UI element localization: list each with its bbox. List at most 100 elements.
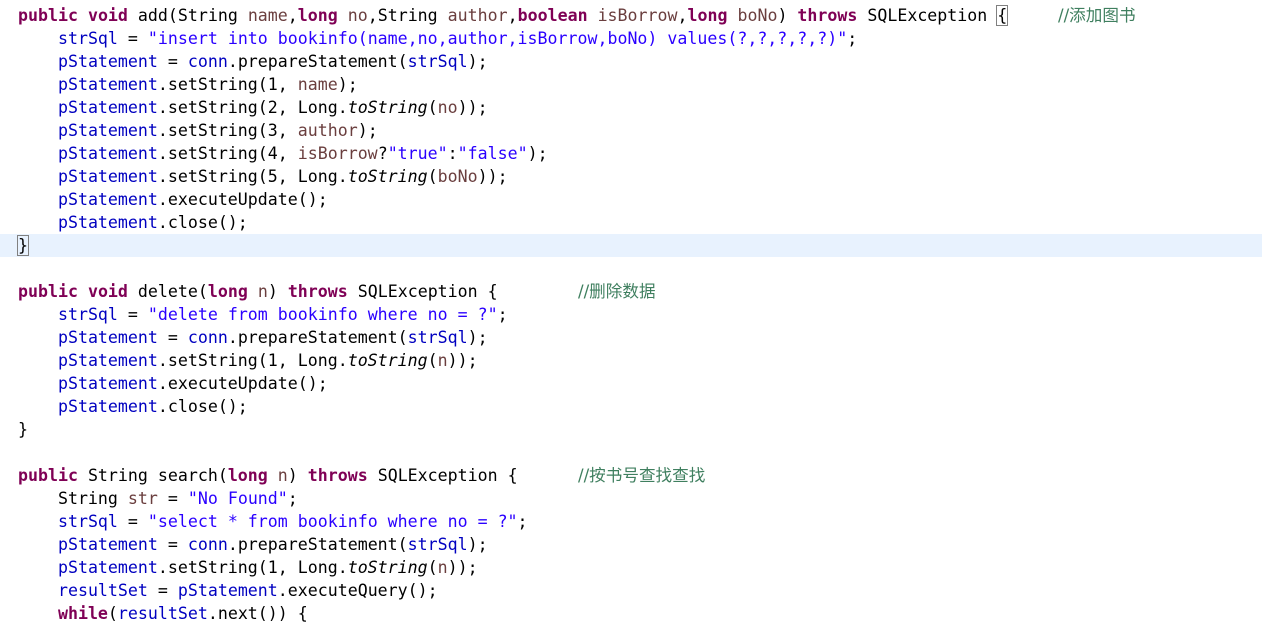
code-text: .executeQuery(); <box>277 581 438 600</box>
code-line[interactable]: pStatement.setString(5, Long.toString(bo… <box>0 165 1262 188</box>
string-literal: "insert into bookinfo(name,no,author,isB… <box>147 29 848 48</box>
keyword-token: long <box>207 282 248 301</box>
code-line[interactable]: pStatement = conn.prepareStatement(strSq… <box>0 50 1262 73</box>
code-line[interactable]: pStatement = conn.prepareStatement(strSq… <box>0 533 1262 556</box>
code-text: ); <box>527 144 548 163</box>
code-text: .setString(4, <box>157 144 298 163</box>
parameter-token: str <box>127 489 158 508</box>
code-line[interactable]: pStatement.setString(1, Long.toString(n)… <box>0 556 1262 579</box>
code-line[interactable] <box>0 257 1262 280</box>
keyword-token: throws <box>797 6 858 25</box>
parameter-token: boNo <box>737 6 778 25</box>
code-line-current[interactable]: } <box>0 234 1262 257</box>
code-line[interactable]: strSql = "select * from bookinfo where n… <box>0 510 1262 533</box>
code-text: .close(); <box>157 213 248 232</box>
keyword-token: public <box>18 6 78 25</box>
code-text: SQLException { <box>367 466 518 485</box>
code-text: ? <box>377 144 388 163</box>
parameter-token: isBorrow <box>597 6 678 25</box>
code-line[interactable]: pStatement.close(); <box>0 211 1262 234</box>
code-text: SQLException { <box>347 282 498 301</box>
parameter-token: isBorrow <box>297 144 378 163</box>
code-line[interactable]: strSql = "insert into bookinfo(name,no,a… <box>0 27 1262 50</box>
keyword-token: public <box>18 466 78 485</box>
code-line[interactable]: } <box>0 418 1262 441</box>
parameter-token: no <box>347 6 368 25</box>
field-token: resultSet <box>117 604 208 623</box>
code-text: : <box>447 144 458 163</box>
code-text: ); <box>357 121 378 140</box>
field-token: pStatement <box>57 351 158 370</box>
code-text: ( <box>427 558 438 577</box>
keyword-token: throws <box>307 466 368 485</box>
code-text: SQLException <box>857 6 998 25</box>
parameter-token: author <box>447 6 508 25</box>
code-line[interactable]: pStatement.setString(1, name); <box>0 73 1262 96</box>
code-text: ( <box>107 604 118 623</box>
parameter-token: n <box>437 351 448 370</box>
code-text: .close(); <box>157 397 248 416</box>
keyword-token: while <box>57 604 108 623</box>
code-text: ); <box>467 328 488 347</box>
code-line[interactable]: pStatement.setString(1, Long.toString(n)… <box>0 349 1262 372</box>
code-text: .executeUpdate(); <box>157 190 328 209</box>
code-text: .next()) { <box>207 604 308 623</box>
text-cursor <box>28 236 29 254</box>
field-token: strSql <box>407 52 468 71</box>
field-token: pStatement <box>57 144 158 163</box>
code-text: ; <box>287 489 298 508</box>
field-token: conn <box>187 52 228 71</box>
code-line[interactable]: public void add(String name,long no,Stri… <box>0 4 1262 27</box>
field-token: strSql <box>57 305 118 324</box>
code-text: .setString(5, Long. <box>157 167 348 186</box>
code-line[interactable]: public void delete(long n) throws SQLExc… <box>0 280 1262 303</box>
code-text: ( <box>427 98 438 117</box>
code-line[interactable]: pStatement.executeUpdate(); <box>0 372 1262 395</box>
parameter-token: name <box>297 75 338 94</box>
code-editor[interactable]: public void add(String name,long no,Stri… <box>0 4 1262 633</box>
code-line[interactable]: pStatement.close(); <box>0 395 1262 418</box>
code-line[interactable]: public String search(long n) throws SQLE… <box>0 464 1262 487</box>
code-line[interactable]: pStatement.setString(3, author); <box>0 119 1262 142</box>
code-line[interactable]: pStatement.executeUpdate(); <box>0 188 1262 211</box>
code-line[interactable]: pStatement.setString(4, isBorrow?"true":… <box>0 142 1262 165</box>
code-line[interactable]: resultSet = pStatement.executeQuery(); <box>0 579 1262 602</box>
field-token: pStatement <box>57 75 158 94</box>
code-line[interactable]: pStatement.setString(2, Long.toString(no… <box>0 96 1262 119</box>
field-token: pStatement <box>57 121 158 140</box>
code-line[interactable]: while(resultSet.next()) { <box>0 602 1262 625</box>
code-line[interactable]: strSql = "delete from bookinfo where no … <box>0 303 1262 326</box>
code-text: ; <box>517 512 528 531</box>
code-line[interactable] <box>0 441 1262 464</box>
code-text: ); <box>467 52 488 71</box>
keyword-token: public <box>18 282 78 301</box>
parameter-token: n <box>277 466 288 485</box>
code-text: ( <box>427 167 438 186</box>
code-text: ); <box>337 75 358 94</box>
static-method-token: toString <box>347 167 428 186</box>
code-line[interactable]: String str = "No Found"; <box>0 487 1262 510</box>
field-token: pStatement <box>57 52 158 71</box>
code-text: .setString(1, Long. <box>157 558 348 577</box>
field-token: pStatement <box>57 213 158 232</box>
field-token: pStatement <box>57 374 158 393</box>
keyword-token: long <box>687 6 728 25</box>
code-line[interactable]: pStatement = conn.prepareStatement(strSq… <box>0 326 1262 349</box>
parameter-token: name <box>247 6 288 25</box>
parameter-token: author <box>297 121 358 140</box>
